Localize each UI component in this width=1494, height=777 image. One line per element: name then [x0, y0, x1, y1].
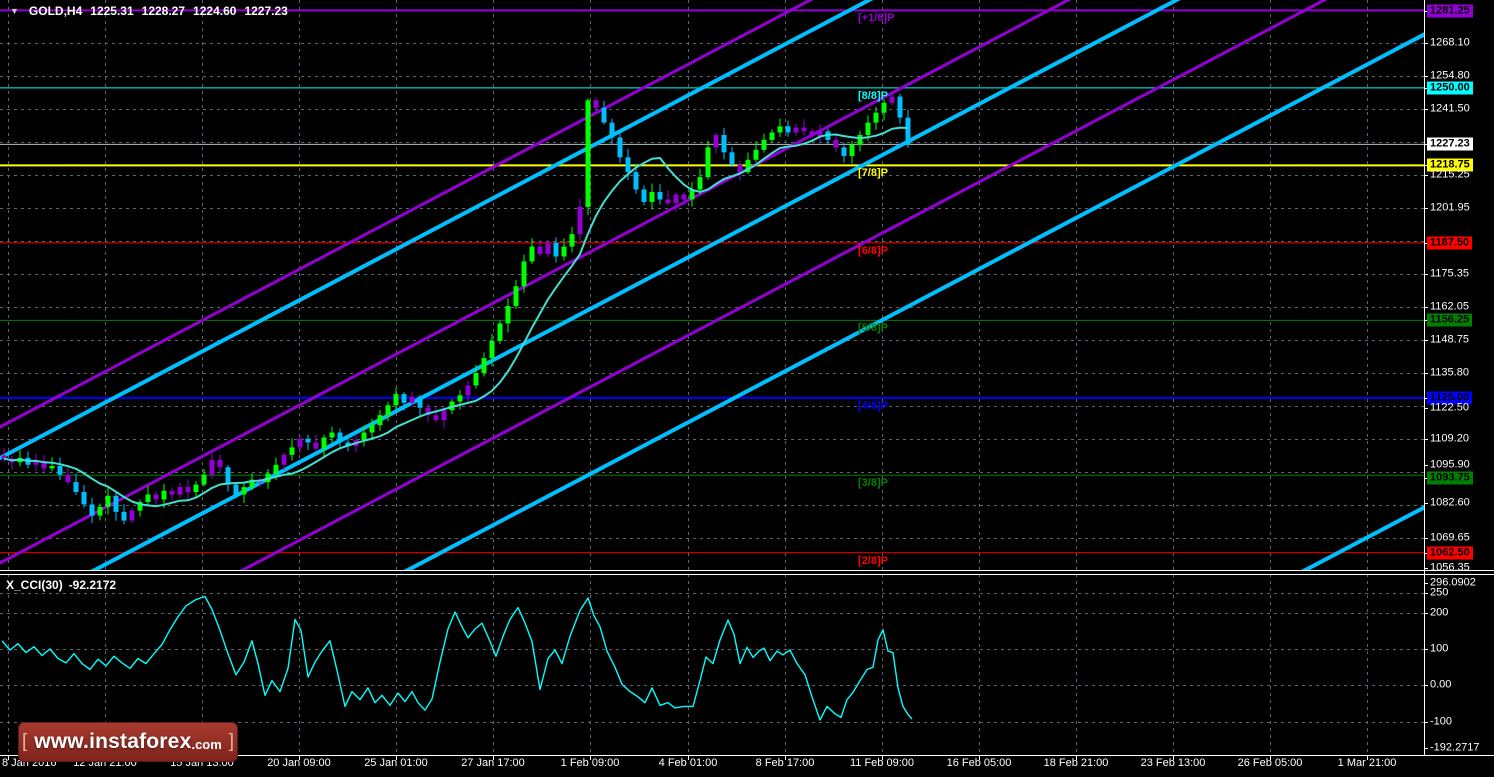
axis-label: 1122.50	[1430, 401, 1469, 414]
axis-label: 1281.25	[1427, 4, 1473, 18]
time-label: 1 Mar 21:00	[1337, 757, 1397, 769]
axis-label: 1162.05	[1430, 300, 1469, 313]
moving-average-line	[3, 126, 909, 508]
time-label: 16 Feb 05:00	[946, 757, 1012, 769]
axis-label: 1241.50	[1430, 102, 1470, 115]
cci-line	[1, 595, 913, 721]
axis-label: 1082.60	[1430, 496, 1470, 509]
candles-series	[1, 93, 911, 525]
indicator-name: X_CCI(30)	[6, 578, 63, 592]
axis-label: 1062.50	[1427, 546, 1473, 560]
ohlc-close: 1227.23	[244, 4, 288, 18]
instaforex-logo: [ www.instaforex .com ]	[18, 722, 238, 762]
axis-label: 1227.23	[1427, 137, 1473, 151]
axis-label: 200	[1430, 606, 1449, 619]
logo-bracket-left: [	[21, 731, 28, 752]
axis-label: 1201.95	[1430, 201, 1470, 214]
murray-label: [2/8]P	[858, 554, 888, 567]
axis-label: 0.00	[1430, 678, 1452, 691]
murray-label: [+1/8]P	[858, 12, 895, 25]
time-label: 4 Feb 01:00	[658, 757, 718, 769]
axis-label: 1250.00	[1427, 81, 1473, 95]
price-axis[interactable]: 1281.25 1268.10 1254.80 1250.00 1241.50 1227.…	[1427, 0, 1494, 755]
ohlc-high: 1228.27	[141, 4, 186, 18]
ohlc-low: 1224.60	[193, 4, 237, 18]
axis-label: 1056.35	[1430, 561, 1470, 574]
murray-label: [6/8]P	[858, 244, 888, 257]
axis-label: 1135.80	[1430, 366, 1469, 379]
murray-label: [7/8]P	[858, 167, 888, 180]
time-label: 20 Jan 09:00	[267, 757, 331, 769]
axis-label: 1215.25	[1430, 168, 1470, 181]
axis-label: 1069.65	[1430, 531, 1470, 544]
ohlc-open: 1225.31	[90, 4, 134, 18]
time-label: 25 Jan 01:00	[364, 757, 428, 769]
axis-label: 1156.25	[1427, 313, 1473, 327]
murray-label: [5/8]P	[858, 322, 888, 335]
chart-marker-icon: ▼	[10, 6, 19, 16]
time-label: 18 Feb 21:00	[1043, 757, 1109, 769]
murray-label: [4/8]P	[858, 399, 888, 412]
axis-label: 1187.50	[1427, 236, 1473, 250]
axis-label: 1093.75	[1427, 471, 1473, 485]
murray-label: [8/8]P	[858, 89, 888, 102]
axis-label: 1109.20	[1430, 432, 1469, 445]
time-label: 26 Feb 05:00	[1237, 757, 1303, 769]
axis-label: 100	[1430, 642, 1449, 655]
symbol-timeframe: GOLD,H4	[28, 4, 83, 18]
axis-label: 1175.35	[1430, 267, 1469, 280]
axis-label: -192.2717	[1430, 741, 1480, 754]
axis-label: 250	[1430, 586, 1449, 599]
channel-lines	[0, 0, 1424, 570]
time-label: 23 Feb 13:00	[1140, 757, 1206, 769]
logo-bracket-right: ]	[228, 731, 235, 752]
axis-label: -100	[1430, 715, 1453, 728]
time-label: 1 Feb 09:00	[560, 757, 620, 769]
time-label: 8 Feb 17:00	[755, 757, 815, 769]
chart-canvas[interactable]	[0, 0, 1494, 777]
trading-chart-window: ▼ GOLD,H4 1225.31 1228.27 1224.60 1227.2…	[0, 0, 1494, 777]
indicator-title: X_CCI(30) -92.2172	[6, 578, 116, 592]
murray-label: [3/8]P	[858, 477, 888, 490]
logo-domain: www.instaforex	[34, 730, 192, 753]
gridlines	[0, 0, 1424, 755]
axis-label: 1148.75	[1430, 333, 1469, 346]
time-label: 11 Feb 09:00	[849, 757, 915, 769]
indicator-value: -92.2172	[68, 578, 117, 592]
axis-label: 1268.10	[1430, 36, 1470, 49]
time-label: 27 Jan 17:00	[461, 757, 525, 769]
chart-title: ▼ GOLD,H4 1225.31 1228.27 1224.60 1227.2…	[10, 4, 288, 18]
axis-label: 1095.90	[1430, 458, 1470, 471]
logo-tld: .com	[191, 736, 222, 752]
